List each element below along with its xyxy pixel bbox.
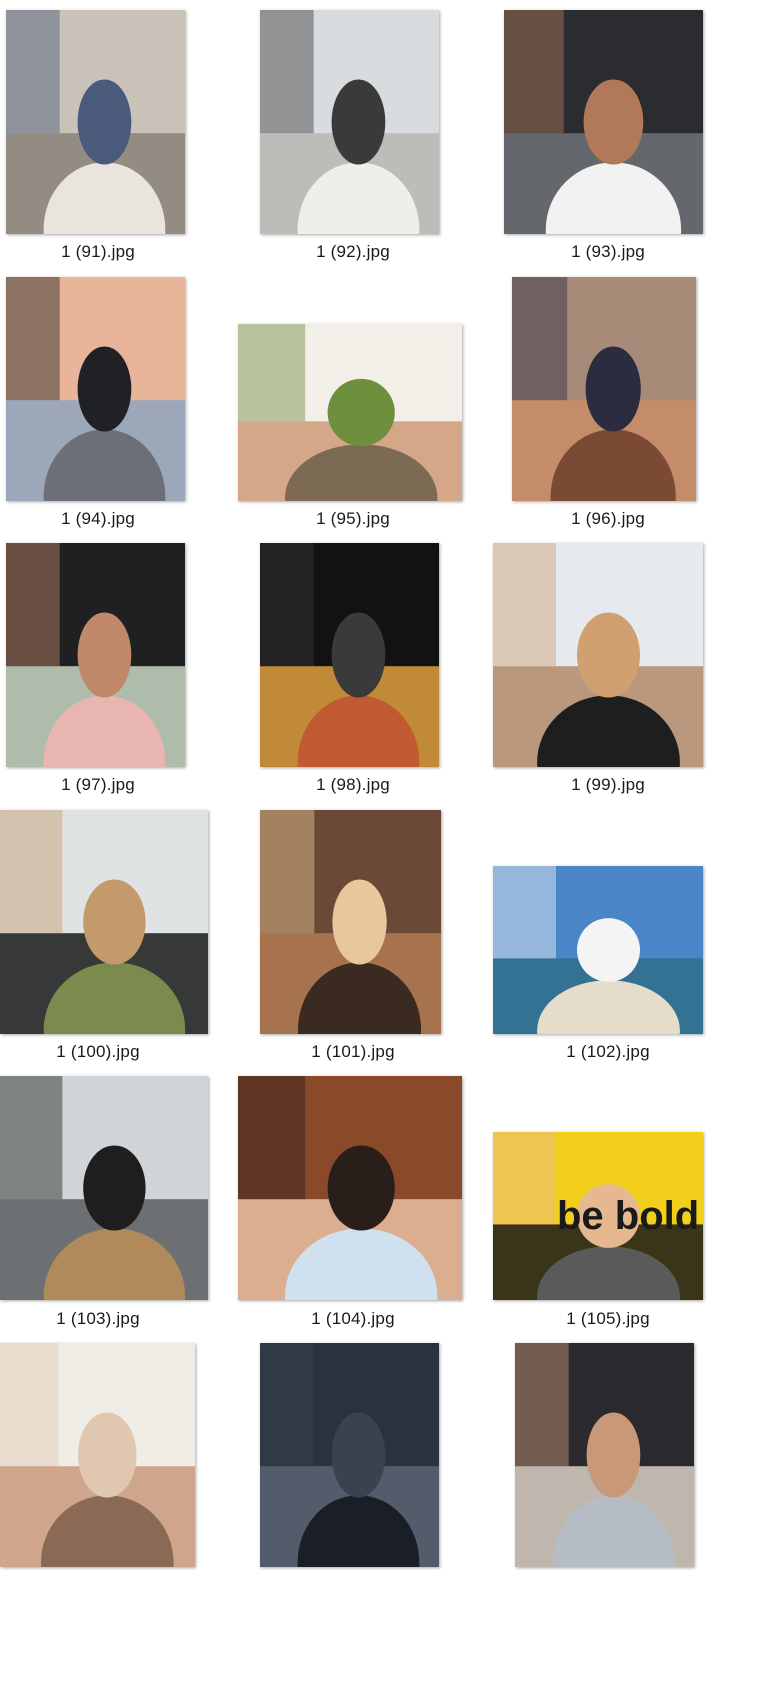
sunset-silhouette-photo[interactable] — [260, 1343, 439, 1567]
gym-photo[interactable] — [0, 1076, 208, 1300]
file-name-label: 1 (104).jpg — [311, 1309, 395, 1328]
file-name-label: 1 (99).jpg — [571, 775, 645, 794]
file-name-label: 1 (93).jpg — [571, 242, 645, 261]
lying-grass-photo[interactable] — [238, 324, 462, 501]
file-name-label: 1 (103).jpg — [56, 1309, 140, 1328]
car-selfie-photo[interactable] — [504, 10, 703, 234]
gothic-facade-photo[interactable] — [260, 810, 441, 1034]
car-sunglasses-photo[interactable] — [6, 543, 185, 767]
lagoon-beach-photo[interactable] — [493, 866, 703, 1034]
file-name-label: 1 (98).jpg — [316, 775, 390, 794]
file-name-label: 1 (95).jpg — [316, 509, 390, 528]
file-name-label: 1 (97).jpg — [61, 775, 135, 794]
peace-sign-photo[interactable] — [0, 1343, 195, 1567]
file-thumbnail-grid: 1 (91).jpg 1 (92).jpg 1 (93).jpg 1 (94).jpg… — [0, 0, 765, 1706]
be-bold-wall-text: be bold — [557, 1194, 700, 1238]
rose-couple-photo[interactable] — [238, 1076, 462, 1300]
file-name-label: 1 (91).jpg — [61, 242, 135, 261]
office-selfie-photo[interactable] — [260, 10, 439, 234]
file-name-label: 1 (101).jpg — [311, 1042, 395, 1061]
be-bold-wall-photo[interactable]: be bold — [493, 1132, 703, 1300]
shirtless-photo[interactable] — [512, 277, 696, 501]
couple-office-photo[interactable] — [493, 543, 703, 767]
car-blond-selfie-photo[interactable] — [515, 1343, 694, 1567]
file-name-label: 1 (96).jpg — [571, 509, 645, 528]
masked-couple-photo[interactable] — [0, 810, 208, 1034]
night-reflection-photo[interactable] — [260, 543, 439, 767]
city-view-photo[interactable] — [6, 277, 185, 501]
file-name-label: 1 (94).jpg — [61, 509, 135, 528]
file-name-label: 1 (102).jpg — [566, 1042, 650, 1061]
file-name-label: 1 (105).jpg — [566, 1309, 650, 1328]
file-name-label: 1 (100).jpg — [56, 1042, 140, 1061]
file-name-label: 1 (92).jpg — [316, 242, 390, 261]
cathedral-selfie-photo[interactable] — [6, 10, 185, 234]
